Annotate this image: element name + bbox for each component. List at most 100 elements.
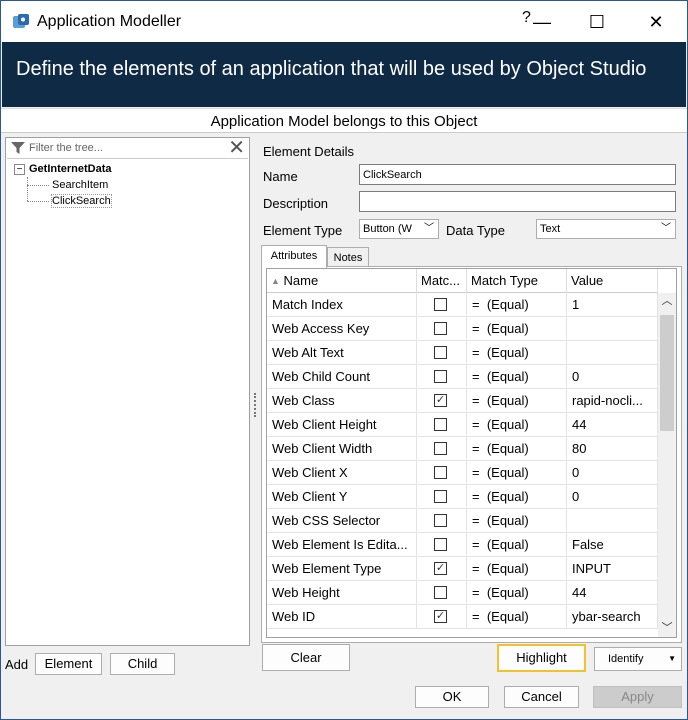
element-tree-panel: Filter the tree... ✕ − GetInternetData Se…: [5, 137, 250, 646]
table-row[interactable]: Web ID ✓ = (Equal) ybar-search: [267, 605, 658, 629]
attribute-value[interactable]: 44: [567, 413, 658, 437]
data-type-select[interactable]: Text ﹀: [536, 219, 676, 239]
match-type-cell[interactable]: = (Equal): [467, 461, 567, 485]
header-banner: Define the elements of an application th…: [2, 42, 686, 107]
match-type-cell[interactable]: = (Equal): [467, 437, 567, 461]
tab-notes[interactable]: Notes: [327, 247, 369, 267]
clear-button[interactable]: Clear: [262, 644, 350, 671]
table-row[interactable]: Web Client Y = (Equal) 0: [267, 485, 658, 509]
attributes-grid: ▲ Name Matc... Match Type Value Match In…: [266, 268, 677, 638]
tree-filter-input[interactable]: Filter the tree... ✕: [7, 138, 248, 159]
application-modeller-window: Application Modeller ? — ☐ ✕ Define the …: [0, 0, 688, 720]
table-row[interactable]: Web Client Height = (Equal) 44: [267, 413, 658, 437]
tree-collapse-icon[interactable]: −: [14, 163, 25, 175]
table-row[interactable]: Web Height = (Equal) 44: [267, 581, 658, 605]
attribute-value[interactable]: INPUT: [567, 557, 658, 581]
attribute-value[interactable]: 0: [567, 485, 658, 509]
tree-item-searchitem[interactable]: SearchItem: [52, 179, 108, 191]
scroll-up-icon[interactable]: ︿: [658, 293, 676, 310]
tree-root-label: GetInternetData: [29, 163, 112, 175]
match-checkbox[interactable]: [434, 298, 447, 311]
attribute-value[interactable]: [567, 509, 658, 533]
description-label: Description: [263, 196, 329, 211]
attribute-value[interactable]: 1: [567, 293, 658, 317]
element-type-select[interactable]: Button (W ﹀: [359, 219, 439, 239]
add-element-button[interactable]: Element: [35, 653, 102, 675]
table-row[interactable]: Web Class ✓ = (Equal) rapid-nocli...: [267, 389, 658, 413]
attribute-value[interactable]: [567, 317, 658, 341]
match-type-cell[interactable]: = (Equal): [467, 605, 567, 629]
grid-scrollbar[interactable]: ︿ ﹀: [658, 293, 676, 637]
match-checkbox[interactable]: [434, 490, 447, 503]
match-type-cell[interactable]: = (Equal): [467, 557, 567, 581]
checkbox-checked-icon[interactable]: ✓: [434, 394, 447, 407]
match-checkbox[interactable]: [434, 322, 447, 335]
table-row[interactable]: Web Child Count = (Equal) 0: [267, 365, 658, 389]
table-row[interactable]: Web Element Type ✓ = (Equal) INPUT: [267, 557, 658, 581]
match-type-cell[interactable]: = (Equal): [467, 293, 567, 317]
ok-button[interactable]: OK: [415, 686, 489, 708]
column-header-match-type[interactable]: Match Type: [467, 269, 567, 293]
match-type-value: (Equal): [486, 609, 529, 624]
match-type-cell[interactable]: = (Equal): [467, 317, 567, 341]
tab-attributes[interactable]: Attributes: [261, 245, 327, 268]
match-type-value: (Equal): [486, 489, 529, 504]
match-type-cell[interactable]: = (Equal): [467, 413, 567, 437]
clear-filter-icon[interactable]: ✕: [228, 138, 245, 158]
table-row[interactable]: Web Element Is Edita... = (Equal) False: [267, 533, 658, 557]
column-header-match[interactable]: Matc...: [417, 269, 467, 293]
description-input[interactable]: [359, 191, 676, 212]
attribute-value[interactable]: ybar-search: [567, 605, 658, 629]
table-row[interactable]: Web Access Key = (Equal): [267, 317, 658, 341]
table-row[interactable]: Web Client X = (Equal) 0: [267, 461, 658, 485]
checkbox-checked-icon[interactable]: ✓: [434, 610, 447, 623]
match-checkbox[interactable]: [434, 346, 447, 359]
cancel-button[interactable]: Cancel: [504, 686, 579, 708]
match-checkbox[interactable]: [434, 466, 447, 479]
attribute-value[interactable]: rapid-nocli...: [567, 389, 658, 413]
highlight-button[interactable]: Highlight: [497, 644, 586, 672]
match-checkbox[interactable]: [434, 442, 447, 455]
match-type-cell[interactable]: = (Equal): [467, 581, 567, 605]
name-input[interactable]: ClickSearch: [359, 164, 676, 185]
table-row[interactable]: Web Client Width = (Equal) 80: [267, 437, 658, 461]
match-type-value: (Equal): [486, 417, 529, 432]
tree-item-clicksearch[interactable]: ClickSearch: [51, 194, 112, 208]
match-checkbox[interactable]: [434, 418, 447, 431]
match-checkbox[interactable]: [434, 514, 447, 527]
checkbox-checked-icon[interactable]: ✓: [434, 562, 447, 575]
table-row[interactable]: Web CSS Selector = (Equal): [267, 509, 658, 533]
apply-button[interactable]: Apply: [593, 686, 682, 708]
attribute-value[interactable]: False: [567, 533, 658, 557]
attribute-value[interactable]: 44: [567, 581, 658, 605]
attribute-name: Web CSS Selector: [267, 509, 417, 533]
scroll-down-icon[interactable]: ﹀: [658, 620, 676, 637]
panel-splitter[interactable]: [254, 393, 257, 417]
match-type-cell[interactable]: = (Equal): [467, 533, 567, 557]
add-child-button[interactable]: Child: [110, 653, 175, 675]
column-header-name[interactable]: ▲ Name: [267, 269, 417, 293]
match-type-cell[interactable]: = (Equal): [467, 509, 567, 533]
attribute-value[interactable]: 0: [567, 365, 658, 389]
match-type-cell[interactable]: = (Equal): [467, 485, 567, 509]
table-row[interactable]: Match Index = (Equal) 1: [267, 293, 658, 317]
title-bar[interactable]: Application Modeller ? — ☐ ✕: [1, 1, 687, 42]
close-button[interactable]: ✕: [641, 9, 671, 35]
maximize-button[interactable]: ☐: [582, 9, 612, 35]
match-type-cell[interactable]: = (Equal): [467, 341, 567, 365]
table-row[interactable]: Web Alt Text = (Equal): [267, 341, 658, 365]
attribute-value[interactable]: 80: [567, 437, 658, 461]
attribute-value[interactable]: [567, 341, 658, 365]
match-checkbox[interactable]: [434, 370, 447, 383]
identify-dropdown-button[interactable]: Identify ▼: [594, 647, 682, 671]
attribute-value[interactable]: 0: [567, 461, 658, 485]
match-type-cell[interactable]: = (Equal): [467, 389, 567, 413]
match-checkbox[interactable]: [434, 538, 447, 551]
tree-root-item[interactable]: − GetInternetData: [14, 163, 112, 175]
minimize-button[interactable]: —: [527, 9, 557, 35]
attribute-name: Web Element Is Edita...: [267, 533, 417, 557]
column-header-value[interactable]: Value: [567, 269, 658, 293]
match-type-cell[interactable]: = (Equal): [467, 365, 567, 389]
scroll-thumb[interactable]: [660, 315, 674, 431]
match-checkbox[interactable]: [434, 586, 447, 599]
